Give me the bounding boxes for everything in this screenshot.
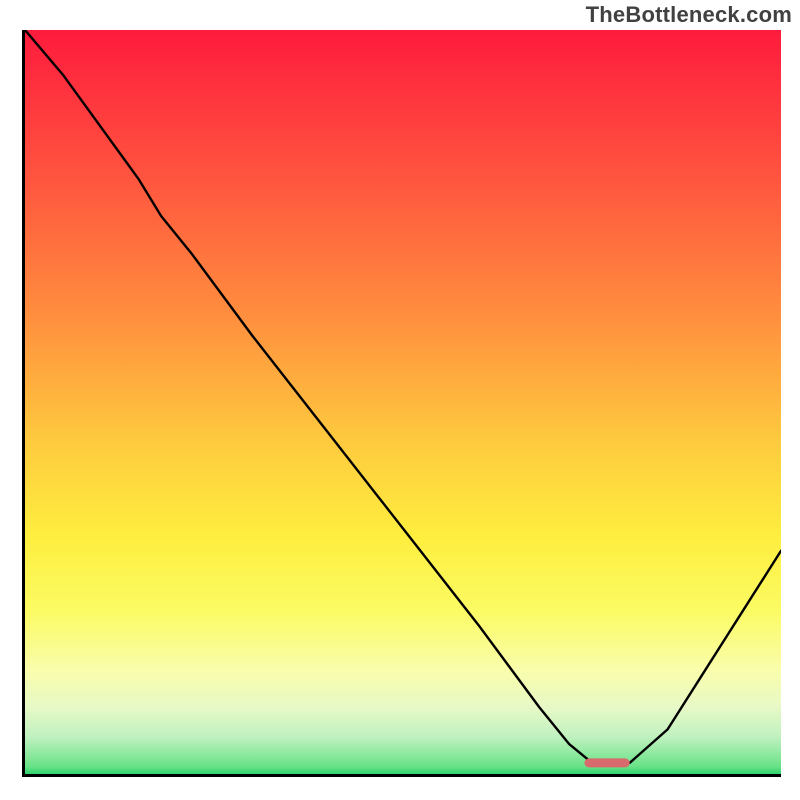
watermark-text: TheBottleneck.com (586, 2, 792, 28)
chart-container: TheBottleneck.com (0, 0, 800, 800)
marker-layer (25, 30, 781, 774)
optimal-marker (584, 758, 629, 767)
plot-area (22, 30, 781, 777)
